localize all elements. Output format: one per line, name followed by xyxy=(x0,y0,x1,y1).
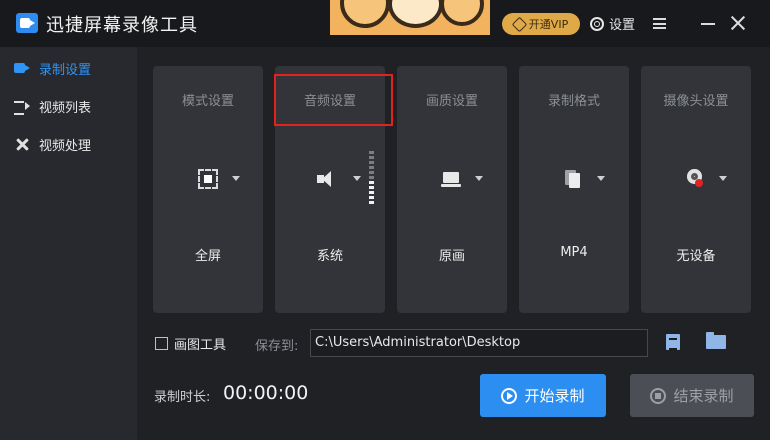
format-settings-card[interactable]: 录制格式 MP4 xyxy=(519,66,629,313)
sidebar-item-label: 视频处理 xyxy=(39,138,92,154)
diamond-icon xyxy=(511,16,528,32)
vip-label: 开通VIP xyxy=(528,18,569,31)
minimize-icon[interactable] xyxy=(701,23,715,25)
duration-label: 录制时长: xyxy=(154,390,211,405)
highlight-box xyxy=(274,74,393,126)
chevron-down-icon[interactable] xyxy=(475,176,483,181)
settings-label: 设置 xyxy=(609,18,636,33)
card-title: 摄像头设置 xyxy=(663,94,729,109)
camera-preview-image xyxy=(330,0,490,35)
chevron-down-icon[interactable] xyxy=(597,176,605,181)
sidebar: 录制设置 视频列表 视频处理 xyxy=(0,47,137,440)
card-value: MP4 xyxy=(560,245,588,260)
file-icon xyxy=(563,169,583,189)
duration-value: 00:00:00 xyxy=(223,382,309,404)
chevron-down-icon[interactable] xyxy=(232,176,240,181)
menu-icon[interactable] xyxy=(653,18,666,29)
chevron-down-icon[interactable] xyxy=(353,176,361,181)
save-to-label: 保存到: xyxy=(255,339,299,354)
draw-tool-toggle[interactable]: 画图工具 xyxy=(155,334,226,353)
sidebar-item-video-processing[interactable]: 视频处理 xyxy=(0,126,137,162)
card-value: 系统 xyxy=(316,249,343,264)
folder-open-icon[interactable] xyxy=(706,332,726,349)
sidebar-item-label: 视频列表 xyxy=(39,100,92,116)
video-list-icon xyxy=(14,99,31,115)
settings-button[interactable]: 设置 xyxy=(590,14,635,33)
app-logo-icon xyxy=(16,13,38,33)
title-bar: 迅捷屏幕录像工具 开通VIP 设置 xyxy=(0,0,770,47)
stop-icon xyxy=(650,387,667,404)
card-title: 录制格式 xyxy=(547,94,600,109)
card-title: 模式设置 xyxy=(181,94,234,109)
card-value: 原画 xyxy=(438,249,465,264)
save-path-field[interactable]: C:\Users\Administrator\Desktop xyxy=(310,329,648,357)
gear-icon xyxy=(590,16,604,31)
draw-tool-label: 画图工具 xyxy=(174,338,227,353)
chevron-down-icon[interactable] xyxy=(719,176,727,181)
volume-meter[interactable] xyxy=(369,151,374,209)
play-icon xyxy=(501,387,518,404)
record-icon xyxy=(14,61,31,75)
speaker-icon xyxy=(317,169,337,189)
card-value: 无设备 xyxy=(676,249,716,264)
card-title: 画质设置 xyxy=(425,94,478,109)
vip-button[interactable]: 开通VIP xyxy=(502,13,580,35)
app-title: 迅捷屏幕录像工具 xyxy=(46,15,198,36)
document-list-icon[interactable] xyxy=(666,334,680,350)
webcam-off-icon xyxy=(685,169,705,189)
fullscreen-icon xyxy=(198,169,218,189)
stop-recording-button[interactable]: 结束录制 xyxy=(630,374,754,417)
start-recording-label: 开始录制 xyxy=(524,387,585,405)
stop-recording-label: 结束录制 xyxy=(673,387,734,405)
camera-settings-card[interactable]: 摄像头设置 无设备 xyxy=(641,66,751,313)
start-recording-button[interactable]: 开始录制 xyxy=(480,374,606,417)
tools-icon xyxy=(14,137,31,151)
sidebar-item-record-settings[interactable]: 录制设置 xyxy=(0,50,137,86)
card-value: 全屏 xyxy=(194,249,221,264)
draw-tool-checkbox[interactable] xyxy=(155,337,168,350)
sidebar-item-video-list[interactable]: 视频列表 xyxy=(0,88,137,124)
quality-settings-card[interactable]: 画质设置 原画 xyxy=(397,66,507,313)
close-icon[interactable] xyxy=(730,15,746,31)
laptop-icon xyxy=(441,169,461,189)
mode-settings-card[interactable]: 模式设置 全屏 xyxy=(153,66,263,313)
sidebar-item-label: 录制设置 xyxy=(39,62,92,78)
